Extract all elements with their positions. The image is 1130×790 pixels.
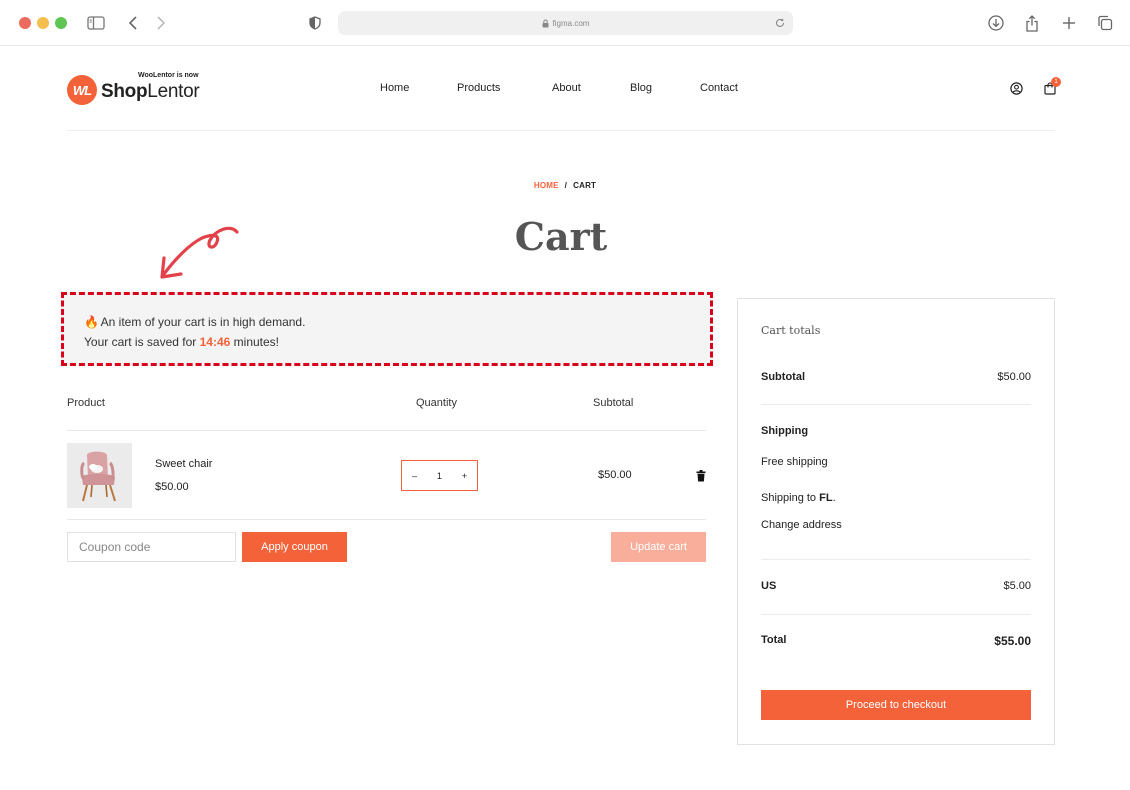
lock-icon [542,19,549,28]
reload-icon[interactable] [773,16,787,30]
quantity-value[interactable]: 1 [437,471,442,481]
nav-products[interactable]: Products [457,82,500,94]
subtotal-label: Subtotal [761,371,805,383]
change-address-link[interactable]: Change address [761,519,842,531]
totals-divider [761,614,1031,615]
breadcrumb: HOME / CART [0,181,1130,190]
logo-subtitle: WooLentor is now [138,72,199,79]
breadcrumb-home[interactable]: HOME [534,181,559,190]
fire-icon: 🔥 [84,315,99,329]
product-name-link[interactable]: Sweet chair [155,458,212,470]
share-icon[interactable] [1021,12,1043,34]
main-nav: Home Products About Blog Contact [67,82,1055,98]
totals-divider [761,404,1031,405]
quantity-decrease-button[interactable]: – [412,471,417,481]
nav-about[interactable]: About [552,82,581,94]
update-cart-button[interactable]: Update cart [611,532,706,562]
countdown-timer: 14:46 [199,335,231,349]
notice-line-1: 🔥 An item of your cart is in high demand… [84,312,710,332]
notice-line-2: Your cart is saved for 14:46 minutes! [84,332,710,352]
account-icon[interactable] [1008,80,1024,96]
site-header: WL WooLentor is now ShopLentor Home Prod… [67,47,1061,131]
total-label: Total [761,634,787,646]
shipping-label: Shipping [761,425,809,437]
trash-icon[interactable] [696,469,706,482]
line-subtotal: $50.00 [598,469,632,481]
sidebar-icon[interactable] [85,12,107,34]
subtotal-value: $50.00 [997,371,1031,383]
product-thumbnail[interactable] [67,443,132,508]
maximize-window-button[interactable] [55,17,67,29]
total-value: $55.00 [994,634,1031,648]
download-icon[interactable] [985,12,1007,34]
notice-text-1: An item of your cart is in high demand. [100,315,306,329]
quantity-increase-button[interactable]: + [462,471,467,481]
table-header-divider [67,430,706,431]
nav-blog[interactable]: Blog [630,82,652,94]
cart-count-badge: 1 [1051,77,1061,87]
nav-contact[interactable]: Contact [700,82,738,94]
totals-divider [761,559,1031,560]
tax-value: $5.00 [1003,580,1031,592]
nav-home[interactable]: Home [380,82,409,94]
table-row-divider [67,519,706,520]
forward-icon[interactable] [150,12,172,34]
shipping-state: FL [819,492,833,504]
shipping-method: Free shipping [761,456,828,468]
tabs-icon[interactable] [1094,12,1116,34]
notice-text-2-suffix: minutes! [230,335,280,349]
shield-icon[interactable] [304,12,326,34]
coupon-code-input[interactable] [67,532,236,562]
address-bar[interactable]: figma.com [338,11,793,35]
quantity-stepper: – 1 + [401,460,478,491]
cart-totals-title: Cart totals [761,324,821,337]
tax-label: US [761,580,777,592]
breadcrumb-current: CART [573,181,597,190]
back-icon[interactable] [122,12,144,34]
notice-text-2-prefix: Your cart is saved for [84,335,200,349]
url-text: figma.com [552,18,590,28]
cart-totals-panel: Cart totals Subtotal $50.00 Shipping Fre… [737,298,1055,745]
new-tab-icon[interactable] [1058,12,1080,34]
annotation-arrow-icon [160,226,239,279]
shipping-to-suffix: . [832,492,836,504]
breadcrumb-separator: / [564,181,568,190]
high-demand-notice: 🔥 An item of your cart is in high demand… [61,292,713,366]
proceed-to-checkout-button[interactable]: Proceed to checkout [761,690,1031,720]
shipping-to-prefix: Shipping to [761,492,820,504]
column-header-product: Product [67,397,105,409]
apply-coupon-button[interactable]: Apply coupon [242,532,347,562]
minimize-window-button[interactable] [37,17,49,29]
shipping-destination: Shipping to FL. [761,492,836,504]
product-price: $50.00 [155,481,189,493]
column-header-quantity: Quantity [416,397,457,409]
column-header-subtotal: Subtotal [593,397,634,409]
browser-toolbar: figma.com [0,0,1130,46]
close-window-button[interactable] [19,17,31,29]
chair-image-icon [67,443,132,508]
